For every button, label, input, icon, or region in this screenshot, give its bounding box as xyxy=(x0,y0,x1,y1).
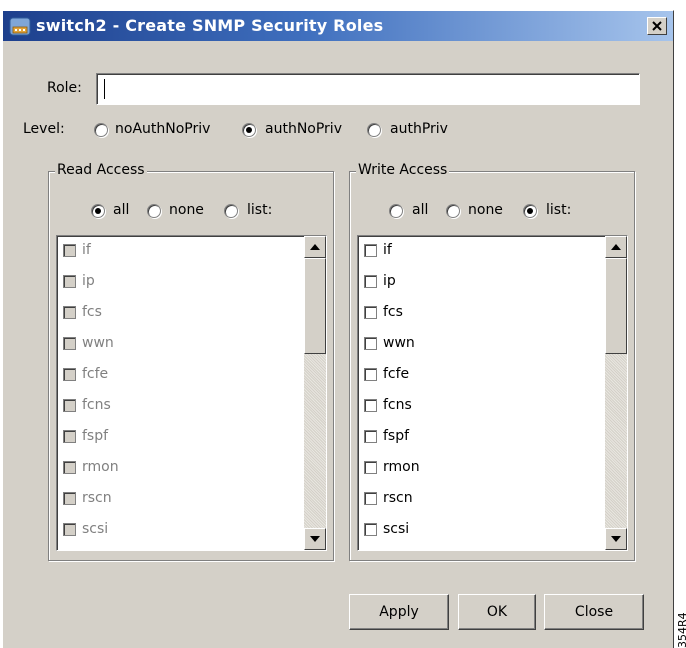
title-bar[interactable]: switch2 - Create SNMP Security Roles xyxy=(3,11,673,41)
window-title: switch2 - Create SNMP Security Roles xyxy=(36,16,384,35)
scroll-down-button[interactable] xyxy=(304,528,326,550)
read-access-list[interactable]: if ip fcs wwn fcfe fcns fspf rmon rscn s… xyxy=(56,235,327,551)
list-item[interactable]: fspf xyxy=(63,426,108,446)
read-access-title: Read Access xyxy=(55,162,147,178)
scroll-up-button[interactable] xyxy=(304,236,326,258)
list-item[interactable]: if xyxy=(63,240,91,260)
list-item[interactable]: ip xyxy=(63,271,95,291)
read-access-scrollbar[interactable] xyxy=(304,236,326,550)
list-item-partial xyxy=(364,546,383,550)
list-item[interactable]: fcs xyxy=(63,302,102,322)
read-option-label: list: xyxy=(247,202,273,218)
list-item-checkbox[interactable] xyxy=(364,243,377,257)
list-item-checkbox[interactable] xyxy=(63,429,76,443)
list-item[interactable]: ip xyxy=(364,271,396,291)
list-item[interactable]: wwn xyxy=(364,333,415,353)
list-item-checkbox[interactable] xyxy=(63,305,76,319)
figure-id-watermark: 354R4 xyxy=(676,612,686,648)
role-label: Role: xyxy=(47,80,82,96)
write-option-label: all xyxy=(412,202,429,218)
list-item-checkbox xyxy=(63,549,76,550)
list-item-checkbox[interactable] xyxy=(63,491,76,505)
list-item-checkbox[interactable] xyxy=(63,398,76,412)
scroll-down-arrow-icon xyxy=(611,536,621,542)
list-item[interactable]: rmon xyxy=(364,457,420,477)
list-item-checkbox[interactable] xyxy=(63,274,76,288)
list-item-checkbox[interactable] xyxy=(364,491,377,505)
dialog-window: switch2 - Create SNMP Security Roles Rol… xyxy=(2,10,674,648)
level-radio-authnopriv[interactable] xyxy=(242,123,256,137)
list-item[interactable]: fcs xyxy=(364,302,403,322)
write-access-group: Write Access all none list: if ip fcs ww… xyxy=(349,162,635,561)
list-item[interactable]: scsi xyxy=(63,519,108,539)
list-item-checkbox[interactable] xyxy=(364,460,377,474)
list-item[interactable]: fcfe xyxy=(63,364,108,384)
apply-button[interactable]: Apply xyxy=(349,594,449,630)
level-label: Level: xyxy=(23,121,65,137)
level-option-label: noAuthNoPriv xyxy=(115,121,211,137)
close-window-button[interactable] xyxy=(647,17,667,35)
read-radio-list[interactable] xyxy=(224,204,238,218)
list-item[interactable]: rmon xyxy=(63,457,119,477)
list-item-checkbox[interactable] xyxy=(364,305,377,319)
list-item[interactable]: scsi xyxy=(364,519,409,539)
read-radio-none[interactable] xyxy=(147,204,161,218)
write-radio-list[interactable] xyxy=(523,204,537,218)
list-item-checkbox[interactable] xyxy=(364,398,377,412)
ok-button[interactable]: OK xyxy=(458,594,536,630)
scroll-down-button[interactable] xyxy=(605,528,627,550)
close-icon xyxy=(652,21,662,31)
close-button[interactable]: Close xyxy=(544,594,644,630)
scroll-up-button[interactable] xyxy=(605,236,627,258)
list-item[interactable]: fspf xyxy=(364,426,409,446)
list-item[interactable]: if xyxy=(364,240,392,260)
scroll-thumb[interactable] xyxy=(605,258,627,354)
read-option-label: none xyxy=(169,202,204,218)
role-input[interactable] xyxy=(96,73,640,105)
write-access-title: Write Access xyxy=(356,162,450,178)
list-item-checkbox[interactable] xyxy=(364,336,377,350)
write-radio-all[interactable] xyxy=(389,204,403,218)
list-item-checkbox[interactable] xyxy=(364,367,377,381)
write-access-scrollbar[interactable] xyxy=(605,236,627,550)
read-access-group: Read Access all none list: if ip fcs wwn… xyxy=(48,162,334,561)
scroll-down-arrow-icon xyxy=(310,536,320,542)
level-option-label: authNoPriv xyxy=(265,121,342,137)
list-item[interactable]: rscn xyxy=(63,488,112,508)
list-item-checkbox[interactable] xyxy=(63,336,76,350)
list-item[interactable]: wwn xyxy=(63,333,114,353)
list-item-checkbox[interactable] xyxy=(63,367,76,381)
level-option-label: authPriv xyxy=(390,121,448,137)
write-radio-none[interactable] xyxy=(446,204,460,218)
list-item[interactable]: fcns xyxy=(364,395,412,415)
text-caret xyxy=(104,79,105,99)
level-radio-authpriv[interactable] xyxy=(367,123,381,137)
list-item-partial xyxy=(63,546,82,550)
list-item-checkbox[interactable] xyxy=(63,460,76,474)
list-item-checkbox[interactable] xyxy=(364,274,377,288)
list-item[interactable]: rscn xyxy=(364,488,413,508)
list-item[interactable]: fcfe xyxy=(364,364,409,384)
level-radio-noauthnopriv[interactable] xyxy=(94,123,108,137)
read-radio-all[interactable] xyxy=(91,204,105,218)
scroll-up-arrow-icon xyxy=(611,244,621,250)
list-item-checkbox xyxy=(364,549,377,550)
write-option-label: list: xyxy=(546,202,572,218)
list-item-checkbox[interactable] xyxy=(63,522,76,536)
read-option-label: all xyxy=(113,202,130,218)
scroll-thumb[interactable] xyxy=(304,258,326,354)
list-item-checkbox[interactable] xyxy=(364,429,377,443)
list-item[interactable]: fcns xyxy=(63,395,111,415)
list-item-checkbox[interactable] xyxy=(364,522,377,536)
write-option-label: none xyxy=(468,202,503,218)
write-access-list[interactable]: if ip fcs wwn fcfe fcns fspf rmon rscn s… xyxy=(357,235,628,551)
list-item-checkbox[interactable] xyxy=(63,243,76,257)
scroll-up-arrow-icon xyxy=(310,244,320,250)
switch-app-icon xyxy=(9,17,31,36)
